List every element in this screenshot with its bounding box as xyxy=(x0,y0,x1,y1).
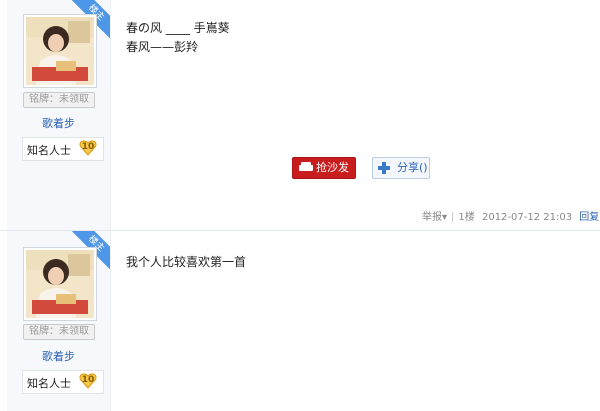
level-number: 10 xyxy=(81,142,95,152)
nameplate-badge[interactable]: 铭牌：未领取 xyxy=(23,324,95,340)
plus-icon xyxy=(378,162,390,174)
avatar-image xyxy=(26,250,94,318)
avatar[interactable] xyxy=(23,14,97,88)
level-badge[interactable]: 10 xyxy=(79,140,97,156)
post-datetime: 2012-07-12 21:03 xyxy=(481,212,573,223)
floor-number: 1楼 xyxy=(458,212,475,223)
share-button[interactable]: 分享() xyxy=(372,157,430,179)
post-content: 我个人比较喜欢第一首 xyxy=(126,253,246,272)
user-title: 知名人士 xyxy=(27,377,71,390)
post-floor-2: 楼主 铭牌：未领取 歌着步 知名人士 10 我个人比较喜欢第一首 xyxy=(0,231,600,411)
content-line: 春风——彭羚 xyxy=(126,40,199,54)
reply-link[interactable]: 回复 xyxy=(579,212,599,223)
avatar-image xyxy=(26,17,94,85)
user-title-box: 知名人士 10 xyxy=(22,137,104,161)
user-title-box: 知名人士 10 xyxy=(22,370,104,394)
level-number: 10 xyxy=(81,375,95,385)
report-link[interactable]: 举报▾ xyxy=(422,212,447,223)
content-line: 春の风 ____ 手嶌葵 xyxy=(126,21,230,35)
grab-sofa-button[interactable]: 抢沙发 xyxy=(292,157,356,179)
nameplate-badge[interactable]: 铭牌：未领取 xyxy=(23,92,95,108)
user-sidebar: 楼主 铭牌：未领取 歌着步 知名人士 10 xyxy=(7,0,111,231)
level-badge[interactable]: 10 xyxy=(79,373,97,389)
post-meta: 举报▾ | 1楼 2012-07-12 21:03 回复 xyxy=(422,212,600,223)
content-line: 我个人比较喜欢第一首 xyxy=(126,255,247,269)
user-sidebar: 楼主 铭牌：未领取 歌着步 知名人士 10 xyxy=(7,231,111,411)
sofa-icon xyxy=(299,162,313,171)
username-link[interactable]: 歌着步 xyxy=(7,348,110,364)
grab-sofa-label: 抢沙发 xyxy=(316,161,349,174)
avatar[interactable] xyxy=(23,247,97,321)
post-content: 春の风 ____ 手嶌葵 春风——彭羚 xyxy=(126,19,230,57)
user-title: 知名人士 xyxy=(27,144,71,157)
caret-down-icon: ▾ xyxy=(442,212,448,223)
username-link[interactable]: 歌着步 xyxy=(7,115,110,131)
post-floor-1: 楼主 铭牌：未领取 歌着步 知名人士 10 春の风 ____ 手嶌葵 春风——彭… xyxy=(0,0,600,231)
share-label: 分享() xyxy=(397,161,428,174)
